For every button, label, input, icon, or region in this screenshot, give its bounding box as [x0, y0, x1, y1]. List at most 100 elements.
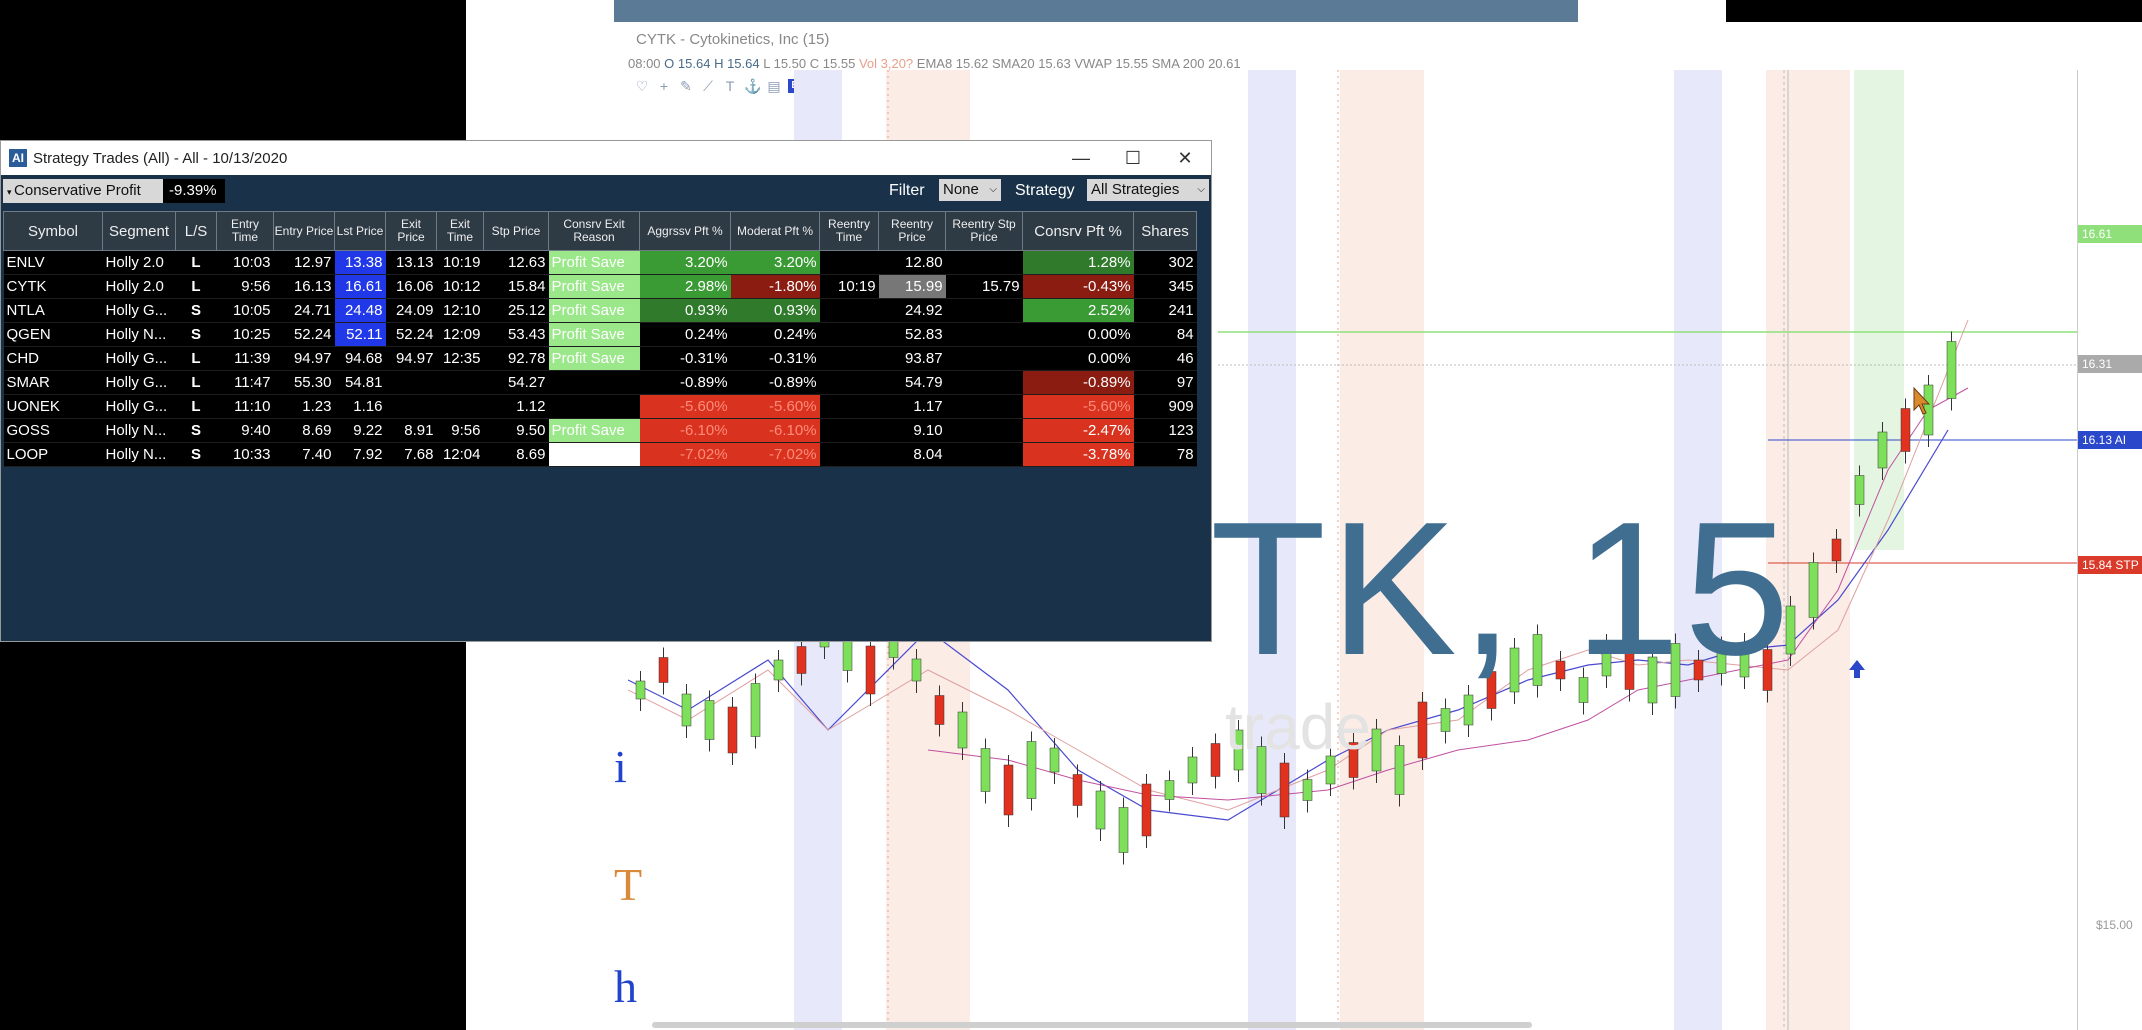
- column-header[interactable]: Reentry Price: [878, 211, 947, 251]
- table-cell: Reduce Risk: [548, 442, 640, 467]
- table-cell: 94.97: [385, 346, 437, 371]
- column-header[interactable]: Moderat Pft %: [730, 211, 821, 251]
- table-cell: -0.31%: [730, 346, 820, 371]
- chevron-down-icon: ⌵: [989, 184, 997, 195]
- candle: [1371, 728, 1382, 772]
- table-cell: -5.60%: [730, 394, 820, 419]
- column-header[interactable]: Symbol: [3, 211, 103, 251]
- candle: [1854, 475, 1865, 505]
- candle: [1900, 408, 1911, 452]
- total-profit-value: -9.39%: [163, 179, 225, 203]
- table-cell: 0.00%: [1022, 346, 1134, 371]
- price-tag-mid: 16.31: [2078, 355, 2142, 373]
- candle: [1026, 741, 1037, 799]
- price-tag-high: 16.61: [2078, 225, 2142, 243]
- column-header[interactable]: Exit Time: [436, 211, 484, 251]
- chart-topbar-black: [1726, 0, 2142, 22]
- table-cell: [819, 346, 879, 371]
- table-cell: 12.80: [878, 250, 946, 275]
- table-cell: [945, 370, 1023, 395]
- table-row[interactable]: ENLV Holly 2.0 L 10:03 12.97 13.38 13.13 10:19 1…: [3, 250, 1197, 275]
- table-cell: UONEK: [3, 394, 103, 419]
- table-cell: 15.99: [878, 274, 946, 299]
- table-cell: 46: [1133, 346, 1197, 371]
- column-header[interactable]: Segment: [102, 211, 176, 251]
- table-cell: [819, 322, 879, 347]
- ohlc-time: 08:00: [628, 56, 661, 71]
- minimize-icon[interactable]: —: [1055, 148, 1107, 169]
- column-header[interactable]: Consrv Pft %: [1022, 211, 1135, 251]
- table-cell: -0.89%: [639, 370, 731, 395]
- table-cell: 13.13: [385, 250, 437, 275]
- column-header[interactable]: Aggrssv Pft %: [639, 211, 732, 251]
- candle: [1417, 701, 1428, 759]
- table-row[interactable]: GOSS Holly N... S 9:40 8.69 9.22 8.91 9:56 9.50 P…: [3, 418, 1197, 443]
- table-cell: Holly G...: [102, 298, 176, 323]
- column-header[interactable]: Exit Price: [385, 211, 437, 251]
- table-row[interactable]: NTLA Holly G... S 10:05 24.71 24.48 24.09 12:10…: [3, 298, 1197, 323]
- table-cell: 8.91: [385, 418, 437, 443]
- chart-topbar: [614, 0, 1578, 22]
- filter-select[interactable]: None ⌵: [939, 179, 1001, 201]
- ohlc-sma20: SMA20 15.63: [991, 56, 1071, 71]
- table-cell: 10:12: [436, 274, 484, 299]
- column-header[interactable]: Consrv Exit Reason: [547, 211, 641, 251]
- candle: [1118, 807, 1129, 853]
- column-header[interactable]: Lst Price: [334, 211, 386, 251]
- column-header[interactable]: Shares: [1133, 211, 1198, 251]
- table-cell: 9.10: [878, 418, 946, 443]
- table-row[interactable]: QGEN Holly N... S 10:25 52.24 52.11 52.24 12:09…: [3, 322, 1197, 347]
- table-cell: [819, 370, 879, 395]
- table-cell: LOOP: [3, 442, 103, 467]
- column-header[interactable]: L/S: [175, 211, 217, 251]
- table-cell: [819, 442, 879, 467]
- background-link-fragment-2[interactable]: h: [614, 960, 637, 1013]
- table-cell: 54.81: [334, 370, 386, 395]
- table-cell: 3.20%: [730, 250, 820, 275]
- table-cell: 16.06: [385, 274, 437, 299]
- table-row[interactable]: CYTK Holly 2.0 L 9:56 16.13 16.61 16.06 10:12 15…: [3, 274, 1197, 299]
- ohlc-low: L 15.50: [763, 56, 807, 71]
- strategy-select[interactable]: All Strategies ⌵: [1087, 179, 1209, 201]
- table-cell: 84: [1133, 322, 1197, 347]
- column-header[interactable]: Entry Price: [273, 211, 335, 251]
- background-text-fragment: T: [614, 859, 643, 910]
- trades-window-titlebar[interactable]: AI Strategy Trades (All) - All - 10/13/2…: [1, 141, 1211, 175]
- candle: [1141, 783, 1152, 837]
- table-cell: -0.43%: [1022, 274, 1134, 299]
- table-row[interactable]: LOOP Holly N... S 10:33 7.40 7.92 7.68 12:04 8.6…: [3, 442, 1197, 467]
- candle: [750, 683, 761, 737]
- maximize-icon[interactable]: ☐: [1107, 148, 1159, 169]
- table-cell: [819, 298, 879, 323]
- stop-price-tag: 15.84 STP: [2078, 556, 2142, 574]
- background-link-fragment[interactable]: i: [614, 740, 627, 793]
- table-cell: S: [175, 322, 217, 347]
- column-header[interactable]: Reentry Stp Price: [945, 211, 1024, 251]
- candle: [1877, 431, 1888, 469]
- table-cell: S: [175, 418, 217, 443]
- table-cell: 123: [1133, 418, 1197, 443]
- close-icon[interactable]: ✕: [1159, 148, 1211, 169]
- candle: [635, 680, 646, 700]
- ohlc-close: C 15.55: [809, 56, 856, 71]
- table-cell: 94.97: [273, 346, 335, 371]
- column-header[interactable]: Reentry Time: [819, 211, 880, 251]
- profit-mode-dropdown[interactable]: ▾ Conservative Profit: [3, 179, 163, 203]
- strategy-value: All Strategies: [1091, 181, 1180, 198]
- column-header[interactable]: Entry Time: [216, 211, 274, 251]
- table-row[interactable]: SMAR Holly G... L 11:47 55.30 54.81 54.27 -0.89…: [3, 370, 1197, 395]
- candle: [681, 693, 692, 727]
- candle: [980, 748, 991, 792]
- table-cell: 8.04: [878, 442, 946, 467]
- chart-scrollbar[interactable]: [652, 1022, 1532, 1028]
- table-cell: L: [175, 346, 217, 371]
- table-row[interactable]: UONEK Holly G... L 11:10 1.23 1.16 1.12 -5.60% -…: [3, 394, 1197, 419]
- chart-titlebar[interactable]: CYTK - Cytokinetics, Inc (15): [614, 22, 2142, 58]
- table-cell: [385, 370, 437, 395]
- column-header[interactable]: Stp Price: [483, 211, 549, 251]
- table-row[interactable]: CHD Holly G... L 11:39 94.97 94.68 94.97 12:35 9…: [3, 346, 1197, 371]
- table-cell: NTLA: [3, 298, 103, 323]
- table-cell: 7.40: [273, 442, 335, 467]
- table-cell: [945, 250, 1023, 275]
- chevron-down-icon: ⌵: [1197, 184, 1205, 195]
